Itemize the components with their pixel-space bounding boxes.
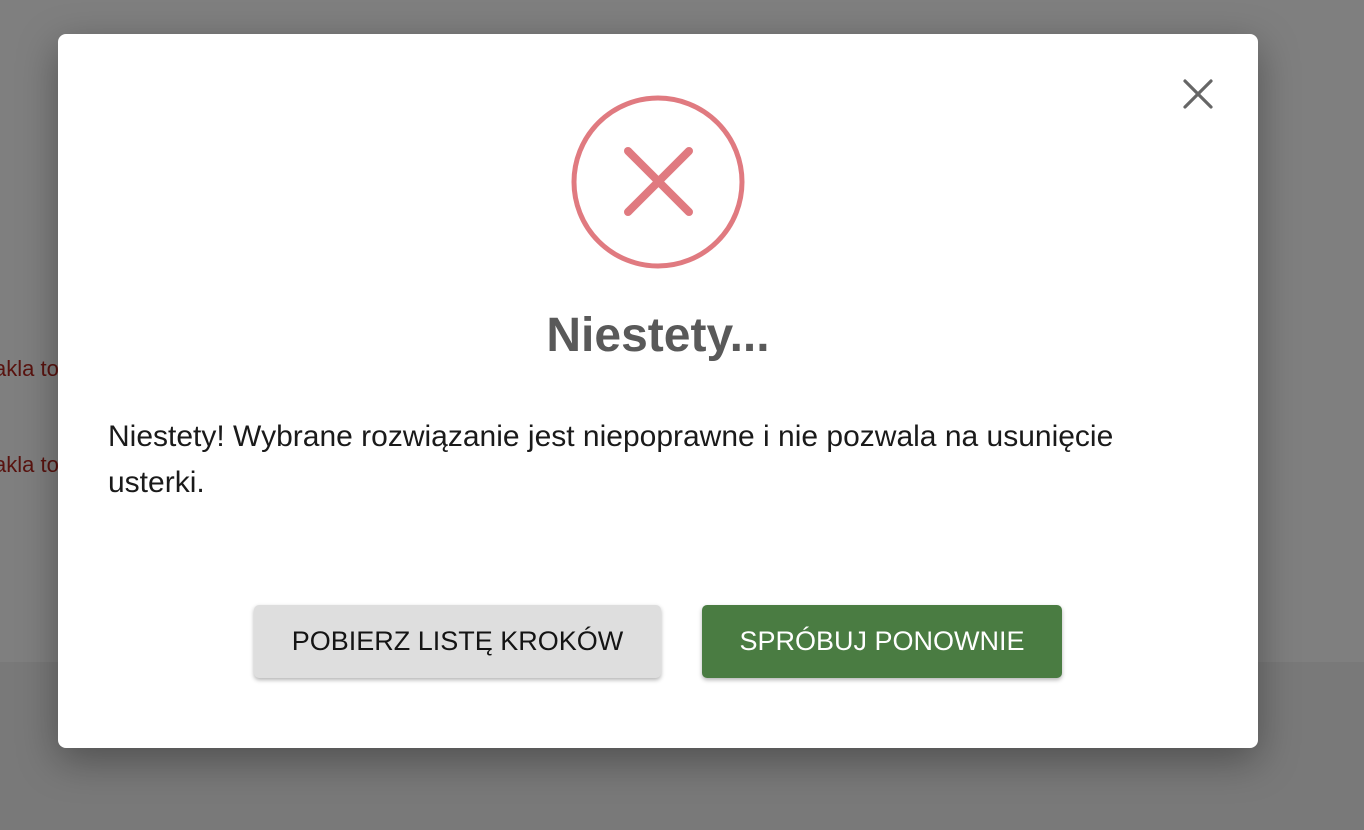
error-circle-x-icon (571, 95, 745, 269)
dialog-message: Niestety! Wybrane rozwiązanie jest niepo… (108, 420, 1114, 499)
close-button[interactable] (1178, 72, 1218, 116)
retry-button[interactable]: SPRÓBUJ PONOWNIE (702, 605, 1062, 678)
close-icon (1183, 79, 1213, 109)
download-steps-button[interactable]: POBIERZ LISTĘ KROKÓW (254, 605, 661, 678)
dialog-title: Niestety... (546, 309, 770, 362)
error-dialog: Niestety... Niestety! Wybrane rozwiązani… (58, 34, 1258, 748)
